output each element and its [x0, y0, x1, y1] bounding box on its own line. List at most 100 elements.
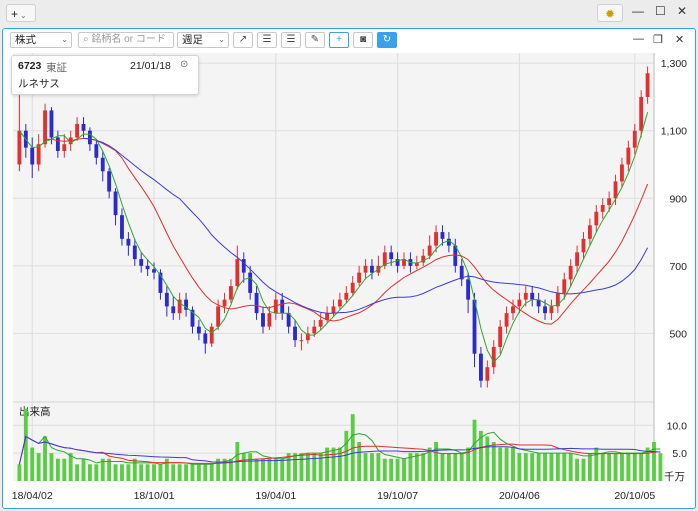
candle-body: [254, 292, 259, 314]
candle-body: [549, 306, 554, 314]
candle-body: [466, 279, 471, 300]
volume-bar: [639, 453, 644, 481]
volume-bar: [626, 453, 631, 481]
volume-bar: [87, 464, 92, 481]
volume-bar: [485, 436, 490, 481]
volume-bar: [382, 458, 387, 481]
candle-body: [504, 313, 509, 327]
candle-body: [607, 198, 612, 206]
candle-body: [196, 326, 201, 334]
candle-body: [511, 306, 515, 314]
candle-body: [87, 130, 92, 145]
volume-bar: [434, 442, 438, 481]
volume-bar: [587, 453, 592, 481]
volume-bar: [94, 464, 99, 481]
add-button[interactable]: + ⌄: [6, 4, 36, 22]
volume-bar: [440, 453, 445, 481]
volume-bar: [254, 458, 259, 481]
volume-bar: [261, 458, 265, 481]
x-tick-label: 18/04/02: [12, 490, 53, 502]
volume-bar: [318, 453, 323, 481]
market-label: 東証: [46, 62, 67, 74]
volume-bar: [126, 464, 131, 481]
volume-bar: [395, 458, 400, 481]
volume-bar: [132, 458, 137, 481]
candle-body: [446, 238, 451, 246]
volume-bar: [299, 453, 304, 481]
volume-bar: [658, 453, 663, 481]
candle-body: [209, 326, 214, 344]
volume-bar: [357, 442, 362, 481]
candle-body: [543, 306, 547, 314]
candle-body: [562, 279, 567, 293]
candle-body: [113, 191, 118, 216]
volume-bar: [620, 453, 624, 481]
x-tick-label: 18/10/01: [134, 490, 175, 502]
volume-bar: [145, 464, 150, 481]
stock-chart[interactable]: 18/04/02 18/10/01 19/04/01 19/10/07 20/04/06…: [3, 29, 695, 508]
chart-panel: 株式 ⌄ ⌕ 銘柄名 or コード 週足 ⌄ ↗ ☰ ☰ ✎ + ◙ ↻ — ❐ ✕…: [2, 28, 696, 509]
candle-body: [120, 215, 124, 239]
volume-bar: [511, 447, 515, 481]
candle-body: [594, 211, 599, 226]
volume-bar: [171, 464, 176, 481]
volume-bar: [562, 453, 567, 481]
candle-body: [639, 96, 644, 131]
candle-body: [49, 110, 54, 138]
volume-bar: [273, 458, 278, 481]
price-tick-label: 700: [669, 261, 687, 273]
candle-body: [491, 346, 496, 368]
price-tick-label: 900: [669, 193, 687, 205]
candle-body: [427, 245, 432, 256]
volume-bar: [75, 464, 80, 481]
volume-bar: [632, 453, 637, 481]
stock-name: ルネサス: [18, 78, 60, 90]
volume-bar: [600, 453, 605, 481]
minimize-icon[interactable]: —: [632, 4, 644, 18]
candle-body: [55, 137, 60, 151]
chevron-down-icon: ⌄: [20, 11, 27, 20]
candle-body: [350, 282, 355, 293]
candle-body: [126, 238, 131, 246]
price-tick-label: 1,100: [661, 126, 687, 138]
candle-body: [94, 144, 99, 158]
volume-bar: [613, 453, 618, 481]
candle-body: [645, 73, 650, 97]
candle-body: [139, 259, 144, 266]
volume-bar: [164, 458, 169, 481]
volume-bar: [370, 453, 374, 481]
volume-bar: [23, 408, 28, 481]
x-tick-label: 19/10/07: [377, 490, 418, 502]
candle-body: [267, 313, 272, 327]
volume-bar: [607, 453, 612, 481]
candle-body: [363, 265, 368, 273]
candle-body: [30, 147, 35, 165]
price-area: [13, 53, 654, 401]
volume-bar: [555, 453, 560, 481]
volume-bar: [30, 447, 35, 481]
candle-body: [229, 286, 233, 300]
candle-body: [370, 265, 374, 273]
chevron-down-icon[interactable]: ⊙: [180, 59, 188, 70]
candle-body: [337, 299, 342, 307]
gear-icon[interactable]: ✹: [597, 4, 623, 22]
close-icon[interactable]: ✕: [677, 4, 687, 18]
maximize-icon[interactable]: ☐: [655, 4, 666, 18]
candle-body: [357, 272, 362, 283]
candle-body: [331, 306, 336, 314]
volume-bar: [543, 453, 547, 481]
stock-code: 6723: [18, 60, 42, 72]
volume-bar: [376, 453, 381, 481]
candle-body: [318, 319, 323, 327]
date-label: 21/01/18: [130, 60, 171, 72]
candle-body: [81, 123, 86, 131]
volume-bar: [43, 436, 47, 481]
volume-bar: [184, 464, 188, 481]
volume-bar: [120, 464, 124, 481]
candle-body: [62, 144, 67, 151]
candle-body: [587, 225, 592, 239]
volume-bar: [446, 453, 451, 481]
volume-bar: [363, 453, 368, 481]
volume-bar: [196, 464, 201, 481]
volume-bar: [241, 453, 246, 481]
